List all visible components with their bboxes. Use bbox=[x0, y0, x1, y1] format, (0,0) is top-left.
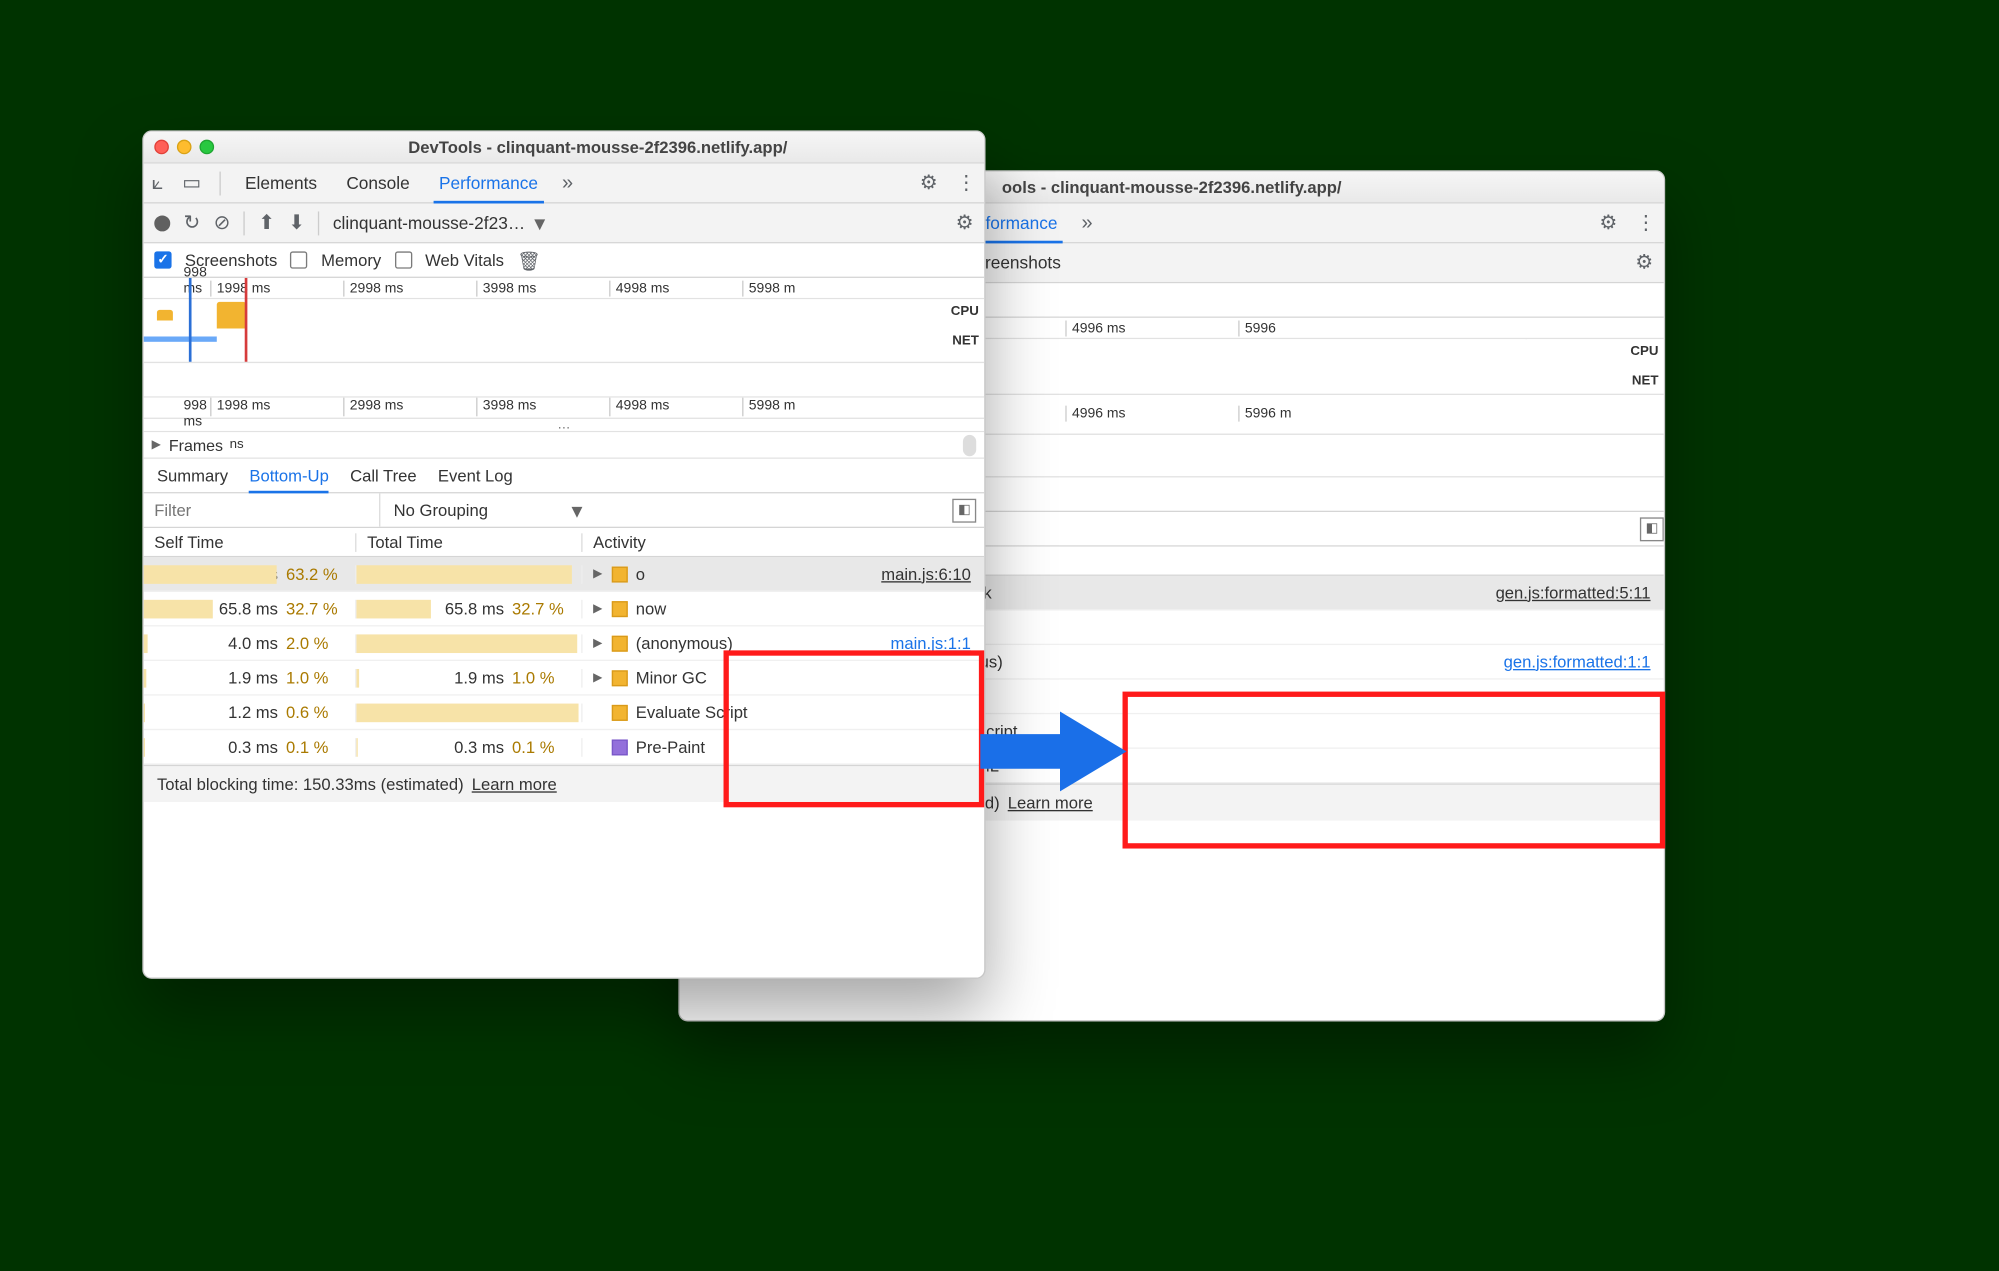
url-dropdown[interactable]: clinquant-mousse-2f23… ▼ bbox=[333, 212, 549, 233]
collapsed-rows[interactable]: … bbox=[144, 419, 985, 432]
activity-name: Pre-Paint bbox=[636, 737, 705, 756]
overview-ruler[interactable]: 998 ms 1998 ms 2998 ms 3998 ms 4998 ms 5… bbox=[144, 278, 985, 299]
close-icon[interactable] bbox=[154, 140, 169, 155]
main-tabs: ⟀ ▭ Elements Console Performance » ⚙ ⋮ bbox=[144, 164, 985, 204]
more-tabs-icon[interactable]: » bbox=[1081, 213, 1092, 233]
download-icon[interactable]: ⬇ bbox=[288, 213, 305, 233]
subtab-call-tree[interactable]: Call Tree bbox=[350, 466, 417, 485]
activity-color-icon bbox=[612, 635, 628, 651]
expand-icon[interactable]: ▶ bbox=[593, 636, 604, 651]
expand-icon[interactable]: ▶ bbox=[593, 670, 604, 685]
zoom-icon[interactable] bbox=[200, 140, 215, 155]
activity-name: Evaluate Script bbox=[636, 703, 748, 722]
tab-performance[interactable]: Performance bbox=[434, 163, 544, 203]
gear-icon[interactable]: ⚙ bbox=[1635, 253, 1653, 273]
source-link[interactable]: gen.js:formatted:1:1 bbox=[1504, 652, 1651, 671]
activity-name: now bbox=[636, 599, 667, 618]
subtab-event-log[interactable]: Event Log bbox=[438, 466, 513, 485]
expand-icon[interactable]: ▶ bbox=[152, 438, 163, 453]
trash-icon[interactable]: 🗑 bbox=[517, 251, 541, 270]
blue-arrow-icon bbox=[980, 705, 1129, 798]
record-button[interactable] bbox=[154, 215, 170, 231]
more-tabs-icon[interactable]: » bbox=[562, 173, 573, 193]
subtab-summary[interactable]: Summary bbox=[157, 466, 228, 485]
devtools-window-left: DevTools - clinquant-mousse-2f2396.netli… bbox=[142, 130, 985, 979]
detail-subtabs: Summary Bottom-Up Call Tree Event Log bbox=[144, 459, 985, 494]
gear-icon[interactable]: ⚙ bbox=[956, 213, 974, 233]
perf-toolbar: ↻ ⊘ ⬆ ⬇ clinquant-mousse-2f23… ▼ ⚙ bbox=[144, 203, 985, 243]
inspect-icon[interactable]: ⟀ bbox=[152, 173, 164, 193]
grouping-dropdown[interactable]: No Grouping bbox=[394, 501, 488, 520]
activity-name: (anonymous) bbox=[636, 634, 733, 653]
minimize-icon[interactable] bbox=[177, 140, 192, 155]
learn-more-link[interactable]: Learn more bbox=[472, 775, 557, 794]
reload-icon[interactable]: ↻ bbox=[184, 213, 201, 233]
device-icon[interactable]: ▭ bbox=[182, 173, 201, 193]
expand-icon[interactable]: ▶ bbox=[593, 601, 604, 616]
activity-name: o bbox=[636, 565, 645, 584]
table-row[interactable]: 4.0 ms2.0 %196.9 ms97.9 %▶(anonymous)mai… bbox=[144, 626, 985, 661]
source-link[interactable]: gen.js:formatted:5:11 bbox=[1496, 583, 1651, 602]
title-bar[interactable]: DevTools - clinquant-mousse-2f2396.netli… bbox=[144, 132, 985, 164]
window-title: DevTools - clinquant-mousse-2f2396.netli… bbox=[222, 138, 973, 157]
chevron-down-icon: ▼ bbox=[568, 499, 586, 520]
side-panel-icon[interactable]: ◧ bbox=[952, 498, 976, 522]
side-panel-icon[interactable]: ◧ bbox=[1640, 517, 1664, 541]
table-row[interactable]: 1.2 ms0.6 %200.2 ms99.5 %Evaluate Script bbox=[144, 696, 985, 731]
table-row[interactable]: 127.1 ms63.2 %192.9 ms95.9 %▶omain.js:6:… bbox=[144, 557, 985, 592]
footer: Total blocking time: 150.33ms (estimated… bbox=[144, 765, 985, 802]
source-link[interactable]: main.js:1:1 bbox=[890, 634, 970, 653]
scrollbar-thumb[interactable] bbox=[963, 434, 976, 455]
filter-input[interactable] bbox=[144, 493, 381, 526]
kebab-icon[interactable]: ⋮ bbox=[956, 173, 976, 193]
filter-bar: No Grouping ▼ ◧ bbox=[144, 493, 985, 528]
tab-elements[interactable]: Elements bbox=[240, 163, 323, 203]
chevron-down-icon: ▼ bbox=[530, 212, 548, 233]
table-header: Self Time Total Time Activity bbox=[144, 528, 985, 557]
table-row[interactable]: 1.9 ms1.0 %1.9 ms1.0 %▶Minor GC bbox=[144, 661, 985, 696]
activity-color-icon bbox=[612, 670, 628, 686]
frames-row[interactable]: ▶ Frames ns bbox=[144, 432, 985, 459]
subtab-bottom-up[interactable]: Bottom-Up bbox=[249, 458, 328, 493]
detail-ruler[interactable]: 998 ms 1998 ms 2998 ms 3998 ms 4998 ms 5… bbox=[144, 398, 985, 419]
activity-color-icon bbox=[612, 739, 628, 755]
activity-name: Minor GC bbox=[636, 668, 707, 687]
upload-icon[interactable]: ⬆ bbox=[258, 213, 275, 233]
source-link[interactable]: main.js:6:10 bbox=[881, 565, 971, 584]
overview-chart[interactable]: CPU NET bbox=[144, 299, 985, 363]
expand-icon[interactable]: ▶ bbox=[593, 567, 604, 582]
table-row[interactable]: 65.8 ms32.7 %65.8 ms32.7 %▶now bbox=[144, 592, 985, 627]
tab-console[interactable]: Console bbox=[341, 163, 415, 203]
gear-icon[interactable]: ⚙ bbox=[920, 173, 938, 193]
activity-color-icon bbox=[612, 600, 628, 616]
clear-icon[interactable]: ⊘ bbox=[214, 213, 231, 233]
activity-color-icon bbox=[612, 566, 628, 582]
memory-checkbox[interactable] bbox=[291, 251, 308, 268]
options-bar: ✓ Screenshots Memory Web Vitals 🗑 bbox=[144, 243, 985, 278]
table-row[interactable]: 0.3 ms0.1 %0.3 ms0.1 %Pre-Paint bbox=[144, 730, 985, 765]
gear-icon[interactable]: ⚙ bbox=[1599, 213, 1617, 233]
kebab-icon[interactable]: ⋮ bbox=[1636, 213, 1656, 233]
activity-color-icon bbox=[612, 704, 628, 720]
webvitals-checkbox[interactable] bbox=[395, 251, 412, 268]
